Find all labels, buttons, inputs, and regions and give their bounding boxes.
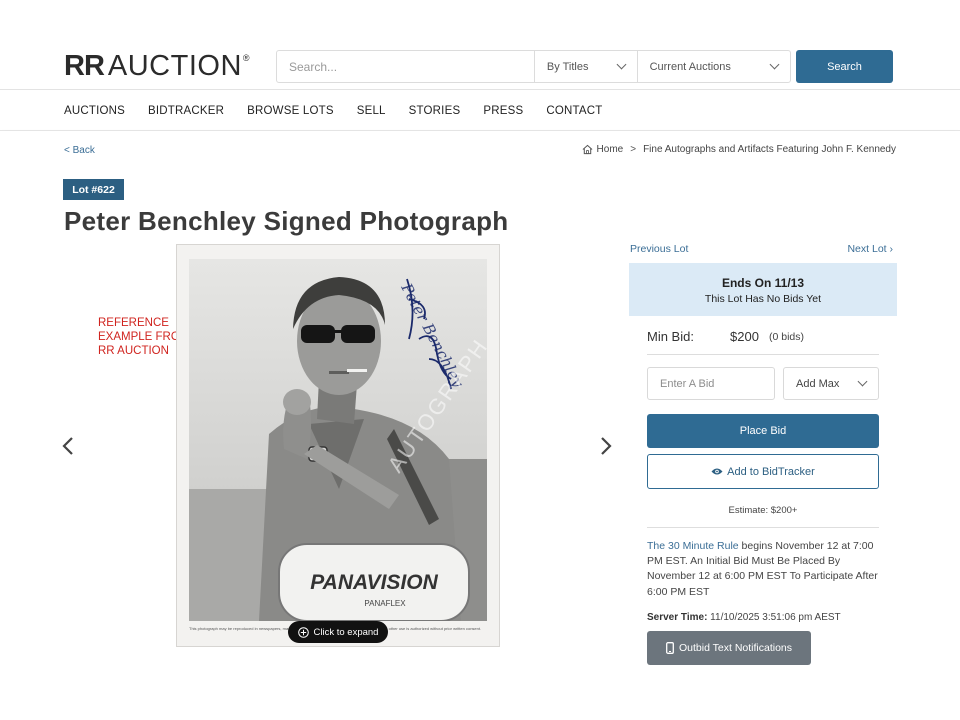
plus-circle-icon xyxy=(297,626,309,638)
chevron-right-icon[interactable] xyxy=(598,435,614,457)
lot-number-badge: Lot #622 xyxy=(63,179,124,200)
phone-icon xyxy=(666,642,674,654)
add-to-bidtracker-button[interactable]: Add to BidTracker xyxy=(647,454,879,489)
bid-count: (0 bids) xyxy=(769,331,805,343)
nav-items: AUCTIONS BIDTRACKER BROWSE LOTS SELL STO… xyxy=(64,90,625,131)
min-bid-row: Min Bid: $200 (0 bids) xyxy=(647,327,879,355)
nav-item-browse-lots[interactable]: BROWSE LOTS xyxy=(247,105,334,117)
place-bid-button[interactable]: Place Bid xyxy=(647,414,879,448)
sign-subtext: PANAFLEX xyxy=(364,599,406,608)
breadcrumb-bar: < Back Home > Fine Autographs and Artifa… xyxy=(0,131,960,171)
nav-item-bidtracker[interactable]: BIDTRACKER xyxy=(148,105,224,117)
photo-image: PANAVISION PANAFLEX Peter Benchley AUTOG… xyxy=(189,259,487,621)
auction-end-box: Ends On 11/13 This Lot Has No Bids Yet xyxy=(629,263,897,316)
site-header: RR AUCTION ® By Titles Current Auctions … xyxy=(0,0,960,90)
search-bar: By Titles Current Auctions xyxy=(276,50,791,83)
nav-item-contact[interactable]: CONTACT xyxy=(546,105,602,117)
estimate-text: Estimate: $200+ xyxy=(728,505,798,516)
outbid-label: Outbid Text Notifications xyxy=(678,642,793,654)
chevron-left-icon[interactable] xyxy=(60,435,76,457)
home-icon xyxy=(582,144,592,155)
logo-light-text: AUCTION xyxy=(107,50,242,82)
search-button[interactable]: Search xyxy=(796,50,893,83)
divider xyxy=(647,527,879,528)
chevron-down-icon xyxy=(857,376,868,387)
expand-image-button[interactable]: Click to expand xyxy=(288,621,388,643)
next-lot-chevron: › xyxy=(889,243,894,255)
next-lot-link[interactable]: Next Lot › xyxy=(847,243,893,255)
nav-item-auctions[interactable]: AUCTIONS xyxy=(64,105,125,117)
expand-label: Click to expand xyxy=(313,626,379,638)
min-bid-label: Min Bid: xyxy=(647,329,694,344)
search-input[interactable] xyxy=(277,51,534,82)
server-time: Server Time: 11/10/2025 3:51:06 pm AEST xyxy=(647,612,841,623)
nav-item-press[interactable]: PRESS xyxy=(483,105,523,117)
nav-item-stories[interactable]: STORIES xyxy=(409,105,461,117)
ends-on-title: Ends On 11/13 xyxy=(721,276,805,290)
eye-icon xyxy=(711,468,723,475)
back-link[interactable]: < Back xyxy=(64,145,95,156)
breadcrumb-separator: > xyxy=(630,144,637,155)
nav-item-sell[interactable]: SELL xyxy=(357,105,386,117)
rr-auction-logo[interactable]: RR AUCTION ® xyxy=(64,50,250,82)
server-time-value: 11/10/2025 3:51:06 pm AEST xyxy=(707,612,841,623)
breadcrumb: Home > Fine Autographs and Artifacts Fea… xyxy=(582,144,896,155)
sign-text: PANAVISION xyxy=(310,571,438,594)
bid-amount-input[interactable] xyxy=(647,367,775,400)
search-by-value: By Titles xyxy=(546,60,589,73)
logo-bold-text: RR xyxy=(64,50,105,82)
bidtracker-label: Add to BidTracker xyxy=(727,465,815,478)
page-title: Peter Benchley Signed Photograph xyxy=(64,206,509,236)
outbid-text-notifications-button[interactable]: Outbid Text Notifications xyxy=(647,631,811,665)
add-max-select[interactable]: Add Max xyxy=(783,367,879,400)
chevron-down-icon xyxy=(616,59,627,70)
bid-status-text: This Lot Has No Bids Yet xyxy=(704,293,822,305)
previous-lot-link[interactable]: Previous Lot xyxy=(630,243,688,255)
add-max-label: Add Max xyxy=(796,377,840,390)
main-nav: AUCTIONS BIDTRACKER BROWSE LOTS SELL STO… xyxy=(0,90,960,131)
next-lot-label: Next Lot xyxy=(847,243,887,255)
breadcrumb-current[interactable]: Fine Autographs and Artifacts Featuring … xyxy=(643,144,896,155)
photo-illustration: PANAVISION PANAFLEX Peter Benchley AUTOG… xyxy=(189,259,487,621)
thirty-minute-rule-link[interactable]: The 30 Minute Rule xyxy=(647,540,739,552)
breadcrumb-home[interactable]: Home xyxy=(597,144,624,155)
auction-filter-value: Current Auctions xyxy=(649,60,731,73)
thirty-minute-rule-text: The 30 Minute Rule begins November 12 at… xyxy=(647,539,879,600)
lot-photo[interactable]: PANAVISION PANAFLEX Peter Benchley AUTOG… xyxy=(176,244,500,647)
auction-filter-select[interactable]: Current Auctions xyxy=(636,51,790,82)
min-bid-value: $200 xyxy=(730,329,759,344)
search-by-select[interactable]: By Titles xyxy=(533,51,637,82)
server-time-label: Server Time: xyxy=(647,612,708,623)
chevron-down-icon xyxy=(769,59,780,70)
logo-registered-mark: ® xyxy=(242,53,250,63)
